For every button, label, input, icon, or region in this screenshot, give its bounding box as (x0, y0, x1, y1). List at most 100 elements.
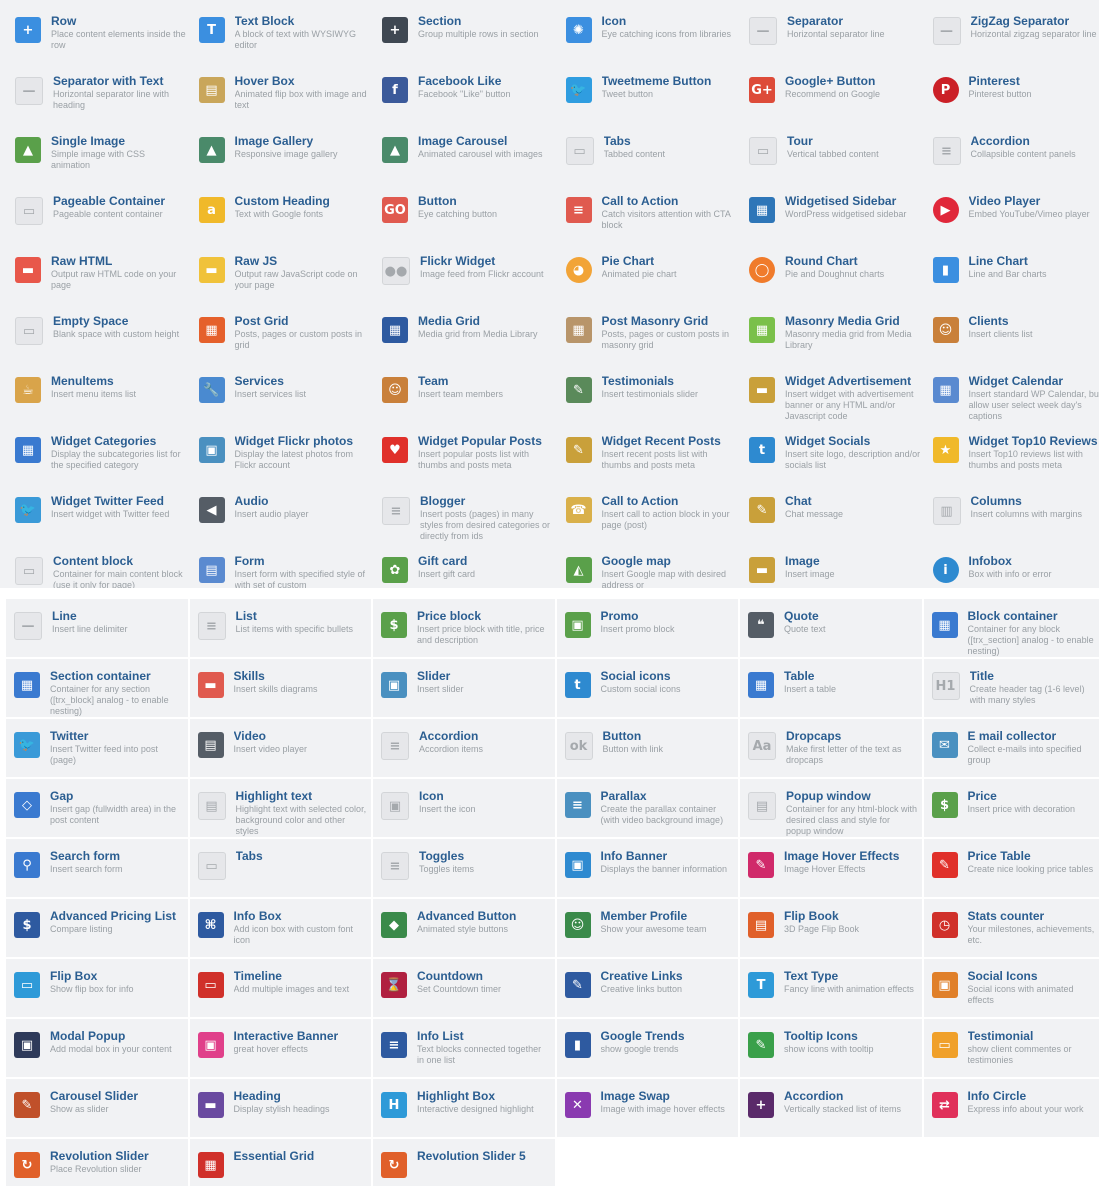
element-tile[interactable]: ☺ Member Profile Show your awesome team (555, 898, 739, 958)
element-tile[interactable]: ▦ Widgetised Sidebar WordPress widgetised … (741, 184, 925, 244)
element-tile[interactable]: ≡ Call to Action Catch visitors attention … (557, 184, 741, 244)
element-tile[interactable]: ◇ Gap Insert gap (fullwidth area) in the p… (5, 778, 189, 838)
element-tile[interactable]: ▣ Social Icons Social icons with animated … (922, 958, 1099, 1018)
element-tile[interactable]: ≡ List List items with specific bullets (188, 598, 372, 658)
element-tile[interactable]: ▦ Block container Container for any block … (922, 598, 1099, 658)
element-tile[interactable]: ⌛ Countdown Set Countdown timer (372, 958, 556, 1018)
element-tile[interactable]: ▭ Content block Container for main content… (7, 544, 191, 588)
element-tile[interactable]: ok Button Button with link (555, 718, 739, 778)
element-tile[interactable]: ☺ Clients Insert clients list (924, 304, 1099, 364)
element-tile[interactable]: $ Price block Insert price block with titl… (372, 598, 556, 658)
element-tile[interactable]: ✎ Tooltip Icons show icons with tooltip (739, 1018, 923, 1078)
element-tile[interactable]: ▦ Widget Categories Display the subcategor… (7, 424, 191, 484)
element-tile[interactable]: ▣ Promo Insert promo block (555, 598, 739, 658)
element-tile[interactable]: ▤ Form Insert form with specified style of… (190, 544, 374, 588)
element-tile[interactable]: ▶ Video Player Embed YouTube/Vimeo player (924, 184, 1099, 244)
element-tile[interactable]: ●● Flickr Widget Image feed from Flickr ac… (374, 244, 558, 304)
element-tile[interactable]: + Accordion Vertically stacked list of ite… (739, 1078, 923, 1138)
element-tile[interactable]: ▦ Post Masonry Grid Posts, pages or custom… (557, 304, 741, 364)
element-tile[interactable]: — Line Insert line delimiter (5, 598, 189, 658)
element-tile[interactable]: ⌘ Info Box Add icon box with custom font i… (188, 898, 372, 958)
element-tile[interactable]: ▣ Modal Popup Add modal box in your conten… (5, 1018, 189, 1078)
element-tile[interactable]: a Custom Heading Text with Google fonts (190, 184, 374, 244)
element-tile[interactable]: $ Advanced Pricing List Compare listing (5, 898, 189, 958)
element-tile[interactable]: ❝ Quote Quote text (739, 598, 923, 658)
element-tile[interactable]: 🐦 Widget Twitter Feed Insert widget with T… (7, 484, 191, 544)
element-tile[interactable]: ▮ Google Trends show google trends (555, 1018, 739, 1078)
element-tile[interactable]: ✉ E mail collector Collect e-mails into sp… (922, 718, 1099, 778)
element-tile[interactable]: H1 Title Create header tag (1-6 level) wit… (922, 658, 1099, 718)
element-tile[interactable]: ▣ Icon Insert the icon (372, 778, 556, 838)
element-tile[interactable]: ◆ Advanced Button Animated style buttons (372, 898, 556, 958)
element-tile[interactable]: i Infobox Box with info or error (924, 544, 1099, 588)
element-tile[interactable]: ▭ Tabs (188, 838, 372, 898)
element-tile[interactable]: ≡ Accordion Accordion items (372, 718, 556, 778)
element-tile[interactable]: ▣ Widget Flickr photos Display the latest … (190, 424, 374, 484)
element-tile[interactable]: ▲ Image Gallery Responsive image gallery (190, 124, 374, 184)
element-tile[interactable]: H Highlight Box Interactive designed highl… (372, 1078, 556, 1138)
element-tile[interactable]: — Separator with Text Horizontal separator… (7, 64, 191, 124)
element-tile[interactable]: t Social icons Custom social icons (555, 658, 739, 718)
element-tile[interactable]: ≡ Parallax Create the parallax container (… (555, 778, 739, 838)
element-tile[interactable]: ▲ Image Carousel Animated carousel with im… (374, 124, 558, 184)
element-tile[interactable]: ↻ Revolution Slider Place Revolution slide… (5, 1138, 189, 1186)
element-tile[interactable]: ⇄ Info Circle Express info about your work (922, 1078, 1099, 1138)
element-tile[interactable]: ◕ Pie Chart Animated pie chart (557, 244, 741, 304)
element-tile[interactable]: ▭ Tour Vertical tabbed content (741, 124, 925, 184)
element-tile[interactable]: ≡ Blogger Insert posts (pages) in many sty… (374, 484, 558, 544)
element-tile[interactable]: ▭ Testimonial show client commentes or tes… (922, 1018, 1099, 1078)
element-tile[interactable]: ▭ Empty Space Blank space with custom heig… (7, 304, 191, 364)
element-tile[interactable]: G+ Google+ Button Recommend on Google (741, 64, 925, 124)
element-tile[interactable]: ★ Widget Top10 Reviews Insert Top10 review… (924, 424, 1099, 484)
element-tile[interactable]: ◷ Stats counter Your milestones, achieveme… (922, 898, 1099, 958)
element-tile[interactable]: ✿ Gift card Insert gift card (374, 544, 558, 588)
element-tile[interactable]: ▣ Slider Insert slider (372, 658, 556, 718)
element-tile[interactable]: ≡ Accordion Collapsible content panels (924, 124, 1099, 184)
element-tile[interactable]: ☎ Call to Action Insert call to action blo… (557, 484, 741, 544)
element-tile[interactable]: ✎ Image Hover Effects Image Hover Effects (739, 838, 923, 898)
element-tile[interactable]: ◀ Audio Insert audio player (190, 484, 374, 544)
element-tile[interactable]: 🔧 Services Insert services list (190, 364, 374, 424)
element-tile[interactable]: + Section Group multiple rows in section (374, 4, 558, 64)
element-tile[interactable]: ▬ Widget Advertisement Insert widget with … (741, 364, 925, 424)
element-tile[interactable]: ✎ Carousel Slider Show as slider (5, 1078, 189, 1138)
element-tile[interactable]: 🐦 Twitter Insert Twitter feed into post (p… (5, 718, 189, 778)
element-tile[interactable]: ▬ Heading Display stylish headings (188, 1078, 372, 1138)
element-tile[interactable]: ✎ Creative Links Creative links button (555, 958, 739, 1018)
element-tile[interactable]: ▦ Table Insert a table (739, 658, 923, 718)
element-tile[interactable]: ▲ Single Image Simple image with CSS anima… (7, 124, 191, 184)
element-tile[interactable]: $ Price Insert price with decoration (922, 778, 1099, 838)
element-tile[interactable]: — Separator Horizontal separator line (741, 4, 925, 64)
element-tile[interactable]: ▣ Info Banner Displays the banner informat… (555, 838, 739, 898)
element-tile[interactable]: ▥ Columns Insert columns with margins (924, 484, 1099, 544)
element-tile[interactable]: t Widget Socials Insert site logo, descrip… (741, 424, 925, 484)
element-tile[interactable]: ☕ Menultems Insert menu items list (7, 364, 191, 424)
element-tile[interactable]: GO Button Eye catching button (374, 184, 558, 244)
element-tile[interactable]: f Facebook Like Facebook "Like" button (374, 64, 558, 124)
element-tile[interactable]: ▦ Essential Grid (188, 1138, 372, 1186)
element-tile[interactable]: ▬ Image Insert image (741, 544, 925, 588)
element-tile[interactable]: ▭ Tabs Tabbed content (557, 124, 741, 184)
element-tile[interactable]: 🐦 Tweetmeme Button Tweet button (557, 64, 741, 124)
element-tile[interactable]: ▬ Raw HTML Output raw HTML code on your pa… (7, 244, 191, 304)
element-tile[interactable]: ▣ Interactive Banner great hover effects (188, 1018, 372, 1078)
element-tile[interactable]: ✕ Image Swap Image with image hover effect… (555, 1078, 739, 1138)
element-tile[interactable]: — ZigZag Separator Horizontal zigzag separ… (924, 4, 1099, 64)
element-tile[interactable]: ▤ Popup window Container for any html-bloc… (739, 778, 923, 838)
element-tile[interactable]: ▦ Masonry Media Grid Masonry media grid fr… (741, 304, 925, 364)
element-tile[interactable]: ✎ Testimonials Insert testimonials slider (557, 364, 741, 424)
element-tile[interactable]: ✺ Icon Eye catching icons from libraries (557, 4, 741, 64)
element-tile[interactable]: ▭ Pageable Container Pageable content cont… (7, 184, 191, 244)
element-tile[interactable]: ▭ Timeline Add multiple images and text (188, 958, 372, 1018)
element-tile[interactable]: ✎ Price Table Create nice looking price ta… (922, 838, 1099, 898)
element-tile[interactable]: ⚲ Search form Insert search form (5, 838, 189, 898)
element-tile[interactable]: ▦ Widget Calendar Insert standard WP Calen… (924, 364, 1099, 424)
element-tile[interactable]: ☺ Team Insert team members (374, 364, 558, 424)
element-tile[interactable]: + Row Place content elements inside the ro… (7, 4, 191, 64)
element-tile[interactable]: Aa Dropcaps Make first letter of the text … (739, 718, 923, 778)
element-tile[interactable]: ◭ Google map Insert Google map with desire… (557, 544, 741, 588)
element-tile[interactable]: ▤ Hover Box Animated flip box with image a… (190, 64, 374, 124)
element-tile[interactable]: ▤ Flip Book 3D Page Flip Book (739, 898, 923, 958)
element-tile[interactable]: ♥ Widget Popular Posts Insert popular post… (374, 424, 558, 484)
element-tile[interactable]: ▦ Section container Container for any sect… (5, 658, 189, 718)
